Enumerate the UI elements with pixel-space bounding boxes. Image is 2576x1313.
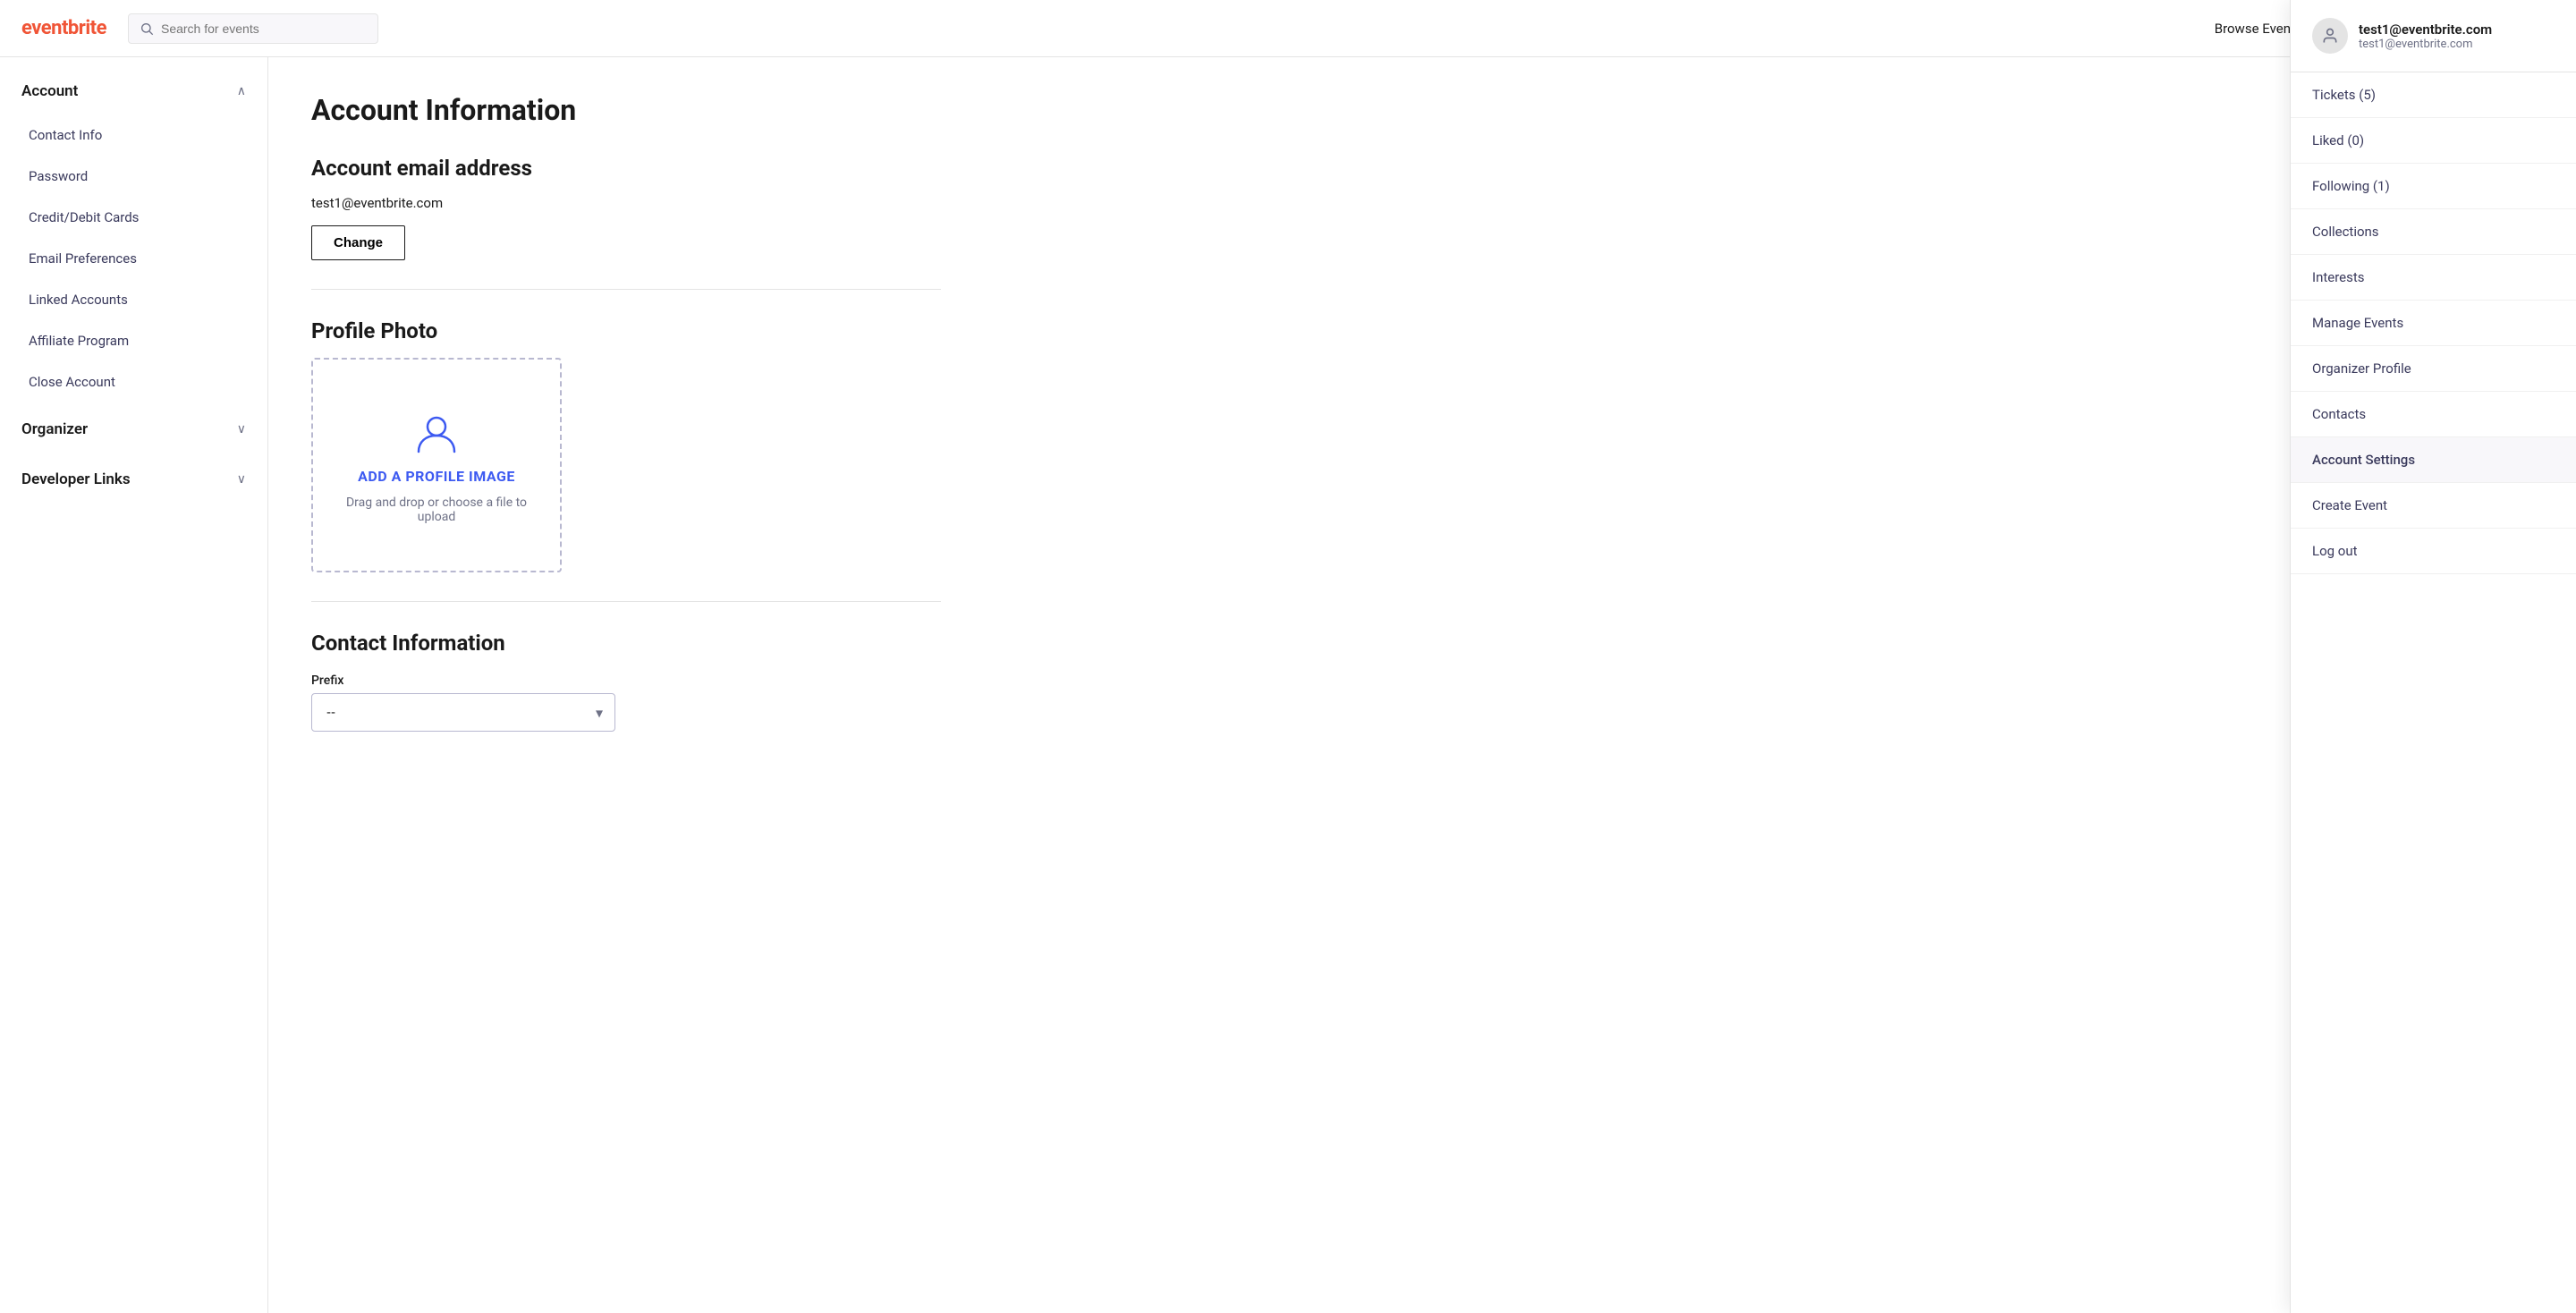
account-email: test1@eventbrite.com (311, 195, 941, 211)
dropdown-item-following[interactable]: Following (1) (2291, 164, 2576, 209)
dropdown-item-interests[interactable]: Interests (2291, 255, 2576, 301)
logo[interactable]: eventbrite (21, 17, 106, 39)
sidebar-account-header[interactable]: Account ∧ (0, 64, 267, 114)
page-layout: Account ∧ Contact Info Password Credit/D… (0, 57, 2576, 1313)
photo-upload-label: ADD A PROFILE IMAGE (358, 468, 515, 485)
user-dropdown-panel: test1@eventbrite.com test1@eventbrite.co… (2290, 0, 2576, 1313)
dropdown-user-header: test1@eventbrite.com test1@eventbrite.co… (2291, 0, 2576, 72)
section-divider-2 (311, 601, 941, 602)
profile-photo-section: Profile Photo ADD A PROFILE IMAGE Drag a… (311, 318, 941, 572)
dropdown-item-create-event[interactable]: Create Event (2291, 483, 2576, 529)
page-title: Account Information (311, 93, 941, 127)
dropdown-item-manage-events[interactable]: Manage Events (2291, 301, 2576, 346)
contact-information-section: Contact Information Prefix -- Mr. Ms. Mr… (311, 631, 941, 732)
sidebar-organizer-title: Organizer (21, 420, 88, 438)
sidebar-item-credit-debit[interactable]: Credit/Debit Cards (0, 197, 267, 238)
header: eventbrite Browse Events Create Event He… (0, 0, 2576, 57)
dropdown-email-sub: test1@eventbrite.com (2359, 38, 2492, 51)
logo-text: eventbrite (21, 17, 106, 39)
prefix-select[interactable]: -- Mr. Ms. Mrs. Dr. (311, 693, 615, 732)
email-section-title: Account email address (311, 156, 941, 181)
browse-events-link[interactable]: Browse Events (2215, 21, 2302, 37)
sidebar-item-password[interactable]: Password (0, 156, 267, 197)
search-input[interactable] (161, 21, 367, 36)
sidebar-developer-header[interactable]: Developer Links ∨ (0, 453, 267, 503)
sidebar-organizer-header[interactable]: Organizer ∨ (0, 402, 267, 453)
main-content: Account Information Account email addres… (268, 57, 984, 1313)
search-icon (140, 21, 154, 36)
prefix-select-wrapper: -- Mr. Ms. Mrs. Dr. ▾ (311, 693, 615, 732)
dropdown-email-main: test1@eventbrite.com (2359, 21, 2492, 38)
sidebar-item-close-account[interactable]: Close Account (0, 361, 267, 402)
sidebar-account-chevron: ∧ (237, 84, 246, 98)
sidebar-developer-chevron: ∨ (237, 472, 246, 487)
prefix-field-group: Prefix -- Mr. Ms. Mrs. Dr. ▾ (311, 673, 941, 732)
photo-upload-area[interactable]: ADD A PROFILE IMAGE Drag and drop or cho… (311, 358, 562, 572)
dropdown-user-icon (2321, 27, 2339, 45)
sidebar-item-affiliate[interactable]: Affiliate Program (0, 320, 267, 361)
dropdown-user-info: test1@eventbrite.com test1@eventbrite.co… (2359, 21, 2492, 51)
dropdown-item-tickets[interactable]: Tickets (5) (2291, 72, 2576, 118)
sidebar-developer-section: Developer Links ∨ (0, 453, 267, 503)
dropdown-item-account-settings[interactable]: Account Settings (2291, 437, 2576, 483)
sidebar-organizer-chevron: ∨ (237, 422, 246, 436)
sidebar-developer-title: Developer Links (21, 470, 131, 488)
email-section: Account email address test1@eventbrite.c… (311, 156, 941, 260)
sidebar-organizer-section: Organizer ∨ (0, 402, 267, 453)
section-divider-1 (311, 289, 941, 290)
change-email-button[interactable]: Change (311, 225, 405, 260)
sidebar-item-contact-info[interactable]: Contact Info (0, 114, 267, 156)
sidebar-item-linked-accounts[interactable]: Linked Accounts (0, 279, 267, 320)
dropdown-item-collections[interactable]: Collections (2291, 209, 2576, 255)
contact-section-title: Contact Information (311, 631, 941, 656)
dropdown-item-liked[interactable]: Liked (0) (2291, 118, 2576, 164)
sidebar-item-email-prefs[interactable]: Email Preferences (0, 238, 267, 279)
dropdown-item-organizer-profile[interactable]: Organizer Profile (2291, 346, 2576, 392)
sidebar: Account ∧ Contact Info Password Credit/D… (0, 57, 268, 1313)
sidebar-account-section: Account ∧ Contact Info Password Credit/D… (0, 64, 267, 402)
photo-section-title: Profile Photo (311, 318, 941, 343)
profile-placeholder-icon (411, 407, 462, 457)
search-bar[interactable] (128, 13, 378, 44)
dropdown-avatar (2312, 18, 2348, 54)
photo-upload-hint: Drag and drop or choose a file to upload (342, 496, 531, 524)
dropdown-item-contacts[interactable]: Contacts (2291, 392, 2576, 437)
dropdown-item-logout[interactable]: Log out (2291, 529, 2576, 574)
prefix-label: Prefix (311, 673, 941, 688)
sidebar-account-title: Account (21, 82, 78, 100)
